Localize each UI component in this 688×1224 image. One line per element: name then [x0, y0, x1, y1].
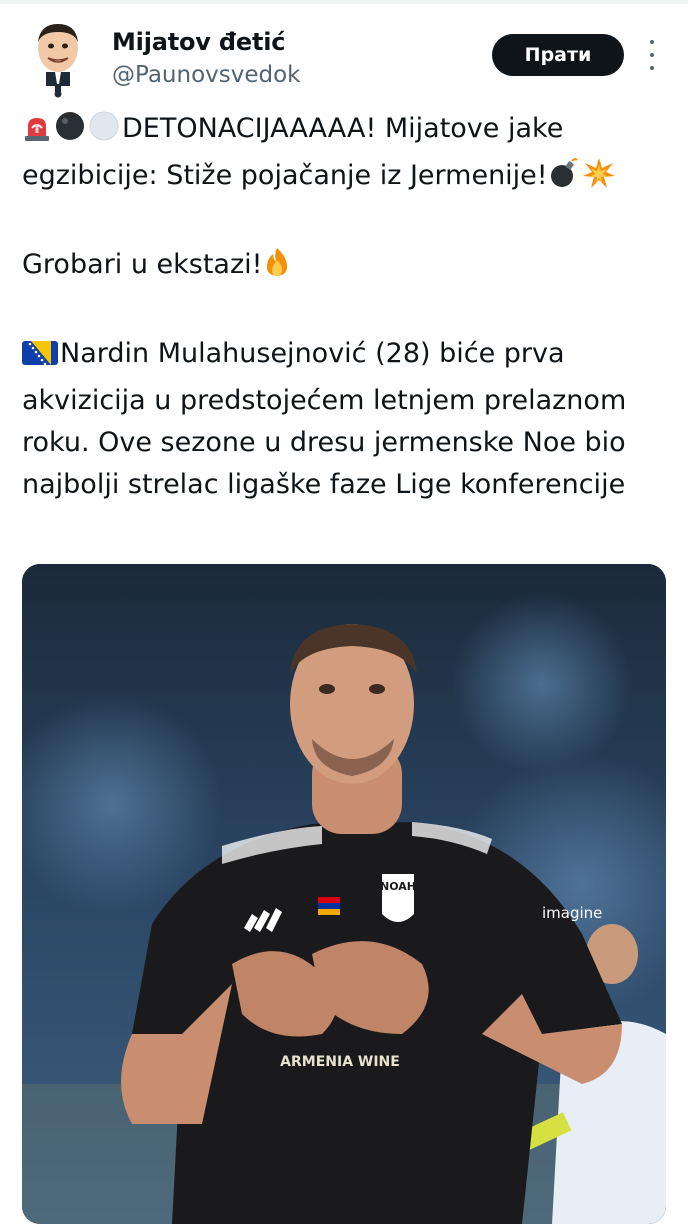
- tweet-header: Mijatov đetić @Paunovsvedok Прати: [0, 18, 688, 98]
- tweet-paragraph-3: Nardin Mulahusejnović (28) biće prva akv…: [22, 333, 668, 506]
- follow-button[interactable]: Прати: [492, 34, 624, 76]
- black-circle-icon: [54, 110, 86, 155]
- sponsor-sub: ARMENIA WINE: [280, 1054, 400, 1070]
- tweet-paragraph-1: DETONACIJAAAAA! Mijatove jake egzibicije…: [22, 108, 668, 202]
- top-divider: [0, 0, 688, 4]
- tweet-paragraph-2: Grobari u ekstazi!: [22, 244, 668, 291]
- tweet-text-line2: Grobari u ekstazi!: [22, 249, 263, 280]
- author-handle[interactable]: @Paunovsvedok: [112, 62, 301, 88]
- fire-icon: [262, 246, 292, 291]
- author-name[interactable]: Mijatov đetić: [112, 28, 285, 56]
- tweet-text-line3: Nardin Mulahusejnović (28) biće prva akv…: [22, 338, 627, 500]
- bomb-icon: [548, 157, 580, 202]
- avatar[interactable]: [22, 22, 94, 98]
- sponsor-brand: imagine: [542, 904, 602, 922]
- tweet-photo[interactable]: NOAH imagine ARMENIA WINE: [22, 564, 666, 1224]
- siren-icon: [22, 113, 52, 155]
- tweet-text: DETONACIJAAAAA! Mijatove jake egzibicije…: [22, 108, 668, 506]
- collision-icon: [582, 157, 616, 202]
- more-options-icon[interactable]: [640, 40, 664, 70]
- white-circle-icon: [88, 110, 120, 155]
- crest-text: NOAH: [380, 880, 416, 893]
- bosnia-flag-icon: [22, 338, 58, 380]
